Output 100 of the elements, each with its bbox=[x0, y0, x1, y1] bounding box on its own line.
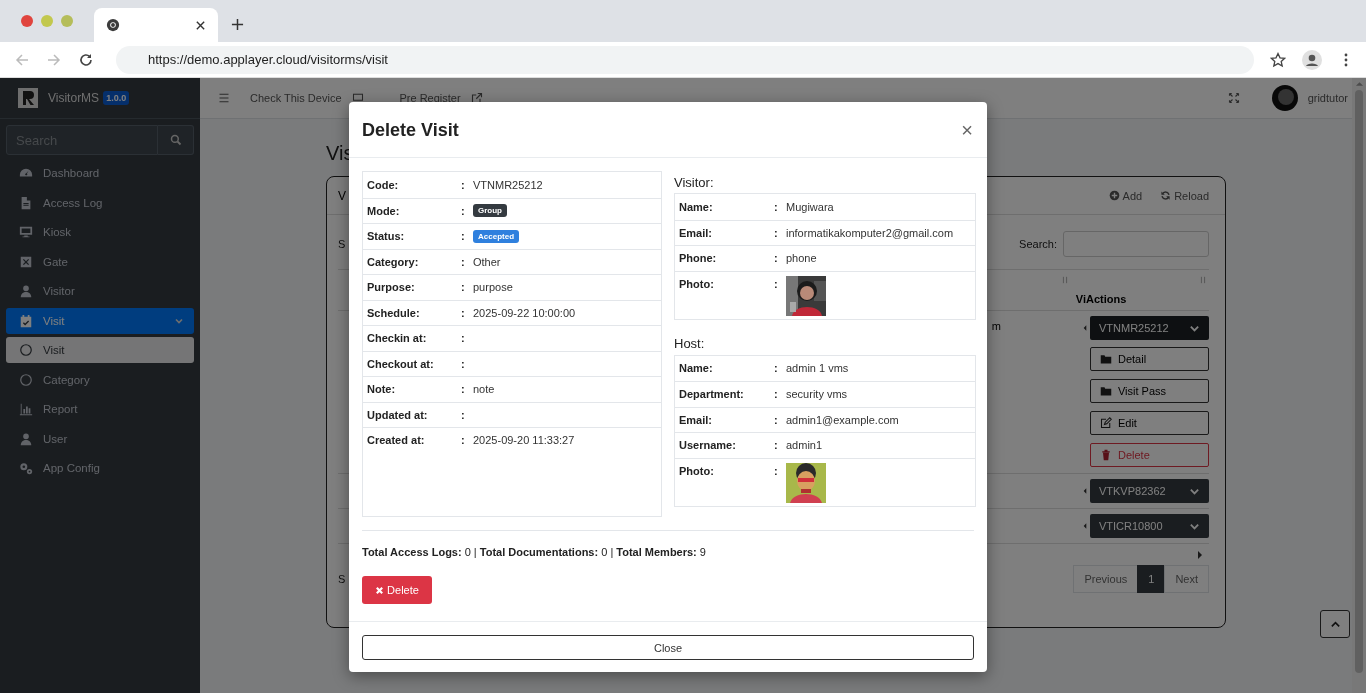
circle-icon bbox=[19, 372, 33, 387]
separator-colon: : bbox=[461, 255, 466, 268]
field-label: Status: bbox=[367, 230, 406, 243]
circle-icon bbox=[19, 343, 33, 357]
sidebar-item[interactable]: Kiosk bbox=[6, 219, 194, 245]
separator-colon: : bbox=[461, 408, 466, 421]
scroll-right-icon[interactable] bbox=[1197, 550, 1203, 560]
sidebar-item[interactable]: Visit bbox=[6, 337, 194, 363]
menu-button[interactable]: Visit Pass bbox=[1089, 379, 1209, 403]
field-label: Updated at: bbox=[367, 408, 429, 421]
plus-circle-icon bbox=[1108, 190, 1120, 201]
field-value: Other bbox=[473, 255, 501, 268]
delete-button[interactable]: Delete bbox=[362, 576, 432, 604]
scrollbar[interactable] bbox=[1352, 78, 1366, 693]
dropdown-button[interactable]: VTKVP82362 bbox=[1089, 479, 1209, 503]
field-value: 2025-09-20 11:33:27 bbox=[473, 434, 575, 447]
menu-icon[interactable] bbox=[218, 92, 230, 104]
expand-caret-icon[interactable] bbox=[1083, 324, 1087, 332]
sidebar-item[interactable]: App Config bbox=[6, 455, 194, 481]
menu-button[interactable]: Edit bbox=[1089, 411, 1209, 435]
close-icon bbox=[375, 585, 385, 595]
separator-colon: : bbox=[774, 388, 779, 401]
reload-icon bbox=[1160, 190, 1172, 201]
new-tab-icon[interactable] bbox=[231, 18, 244, 31]
table-cell: m bbox=[991, 320, 1001, 332]
nav-link[interactable]: Check This Device bbox=[250, 92, 342, 104]
table-search-field[interactable] bbox=[1063, 231, 1209, 257]
bookmark-star-icon[interactable] bbox=[1270, 51, 1286, 68]
reload-button[interactable]: Reload bbox=[1160, 189, 1209, 202]
separator-colon: : bbox=[774, 439, 779, 452]
sidebar-item[interactable]: Report bbox=[6, 396, 194, 422]
profile-icon[interactable] bbox=[1302, 49, 1322, 70]
section-title: Host: bbox=[674, 334, 706, 353]
edit-icon bbox=[1099, 417, 1112, 429]
field-label: Email: bbox=[679, 413, 713, 426]
dropdown-button[interactable]: VTICR10800 bbox=[1089, 514, 1209, 538]
fullscreen-icon[interactable] bbox=[1227, 92, 1240, 104]
folder-icon bbox=[1099, 353, 1112, 365]
column-header[interactable]: Actions bbox=[1086, 293, 1127, 305]
menu-button[interactable]: Detail bbox=[1089, 347, 1209, 371]
separator-colon: : bbox=[774, 226, 779, 239]
sidebar-item[interactable]: Gate bbox=[6, 248, 194, 275]
field-value: phone bbox=[786, 252, 817, 265]
sidebar-item[interactable]: Category bbox=[6, 366, 194, 393]
calendar-icon bbox=[19, 313, 33, 328]
status-badge: Group bbox=[473, 204, 507, 218]
search-icon bbox=[169, 134, 182, 146]
field-value: Mugiwara bbox=[786, 200, 834, 213]
field-value: informatikakomputer2@gmail.com bbox=[786, 226, 954, 239]
sidebar-item[interactable]: Access Log bbox=[6, 189, 194, 216]
page-button[interactable]: Next bbox=[1164, 565, 1209, 593]
user-icon bbox=[19, 284, 33, 298]
bar-chart-icon bbox=[19, 402, 33, 416]
field-label: Checkin at: bbox=[367, 332, 428, 345]
field-label: Photo: bbox=[679, 464, 715, 477]
expand-caret-icon[interactable] bbox=[1083, 522, 1087, 530]
sidebar-item[interactable]: Visitor bbox=[6, 278, 194, 304]
field-label: Note: bbox=[367, 383, 397, 396]
card-title: V bbox=[338, 188, 346, 203]
close-tab-icon[interactable] bbox=[195, 19, 206, 31]
version-badge: 1.0.0 bbox=[103, 91, 130, 105]
close-button[interactable]: × bbox=[961, 119, 973, 140]
trash-icon bbox=[1099, 449, 1112, 461]
field-label: Code: bbox=[367, 178, 400, 191]
add-button[interactable]: Add bbox=[1108, 189, 1143, 202]
address-field[interactable]: https://demo.applayer.cloud/visitorms/visit bbox=[116, 45, 1254, 74]
monitor-icon bbox=[19, 225, 33, 239]
page-button[interactable]: Previous bbox=[1073, 565, 1139, 593]
avatar-icon[interactable] bbox=[1271, 85, 1298, 111]
sidebar-item[interactable]: User bbox=[6, 425, 194, 452]
reload-icon[interactable] bbox=[78, 51, 94, 68]
field-label: Purpose: bbox=[367, 281, 416, 294]
menu-button[interactable]: Delete bbox=[1089, 443, 1209, 467]
field-label: Schedule: bbox=[367, 306, 421, 319]
table-info: S bbox=[338, 573, 346, 585]
dropdown-button[interactable]: VTNMR25212 bbox=[1089, 316, 1209, 340]
expand-caret-icon[interactable] bbox=[1083, 487, 1087, 495]
gauge-icon bbox=[19, 166, 33, 180]
separator-colon: : bbox=[461, 306, 466, 319]
column-header[interactable]: Vi bbox=[1075, 293, 1086, 305]
close-dialog-button[interactable]: Close bbox=[362, 635, 974, 660]
search-label: Search: bbox=[1019, 238, 1057, 250]
separator-colon: : bbox=[461, 434, 466, 447]
separator-colon: : bbox=[461, 230, 466, 243]
sidebar-item[interactable]: Visit bbox=[6, 307, 194, 334]
sidebar-item[interactable]: Dashboard bbox=[6, 160, 194, 186]
dialog-title: Delete Visit bbox=[362, 119, 460, 141]
nav-link[interactable]: Pre Register bbox=[399, 92, 461, 104]
field-label: Photo: bbox=[679, 277, 715, 290]
close-window-button[interactable] bbox=[21, 15, 33, 27]
field-label: Checkout at: bbox=[367, 357, 435, 370]
chevron-up-icon bbox=[1329, 618, 1341, 630]
search-button[interactable] bbox=[158, 125, 194, 155]
back-to-top-button[interactable] bbox=[1320, 610, 1350, 638]
page-button[interactable]: 1 bbox=[1137, 565, 1166, 593]
field-label: Category: bbox=[367, 255, 420, 268]
browser-tab[interactable] bbox=[94, 8, 218, 42]
user-name[interactable]: gridtutor bbox=[1307, 92, 1348, 104]
field-label: Email: bbox=[679, 226, 713, 239]
separator-colon: : bbox=[774, 277, 779, 290]
